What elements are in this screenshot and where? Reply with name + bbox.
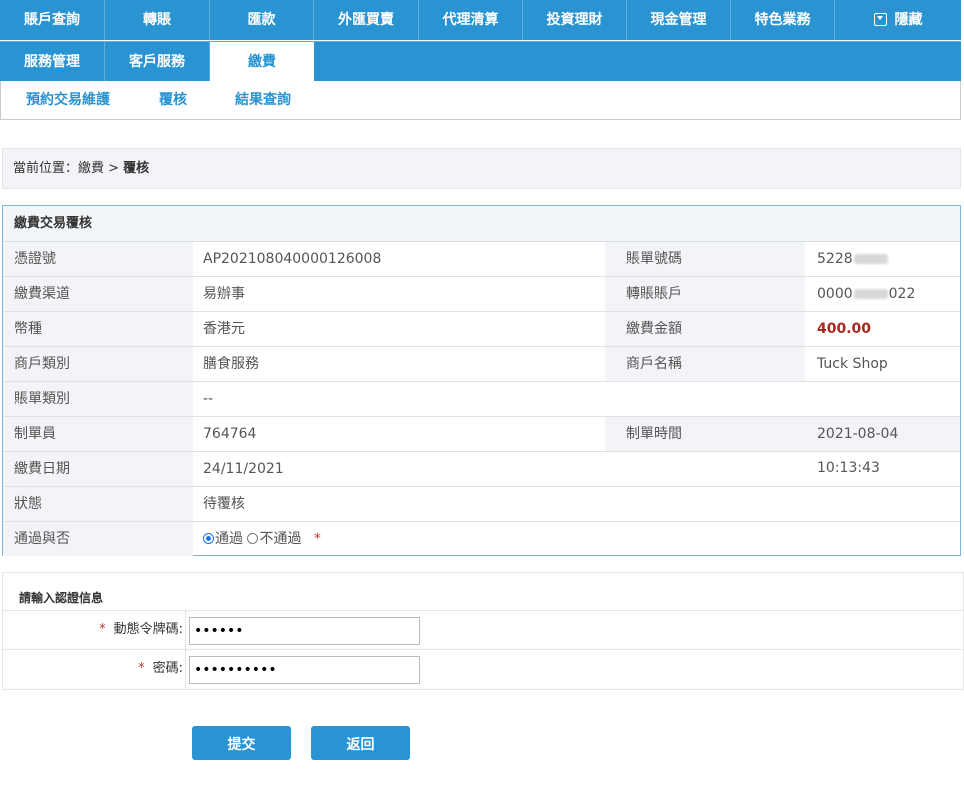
subnav-scheduled-maintenance[interactable]: 預約交易維護 [26,81,110,119]
account-prefix: 0000 [817,286,853,302]
subnav-result-inquiry[interactable]: 結果查詢 [235,81,291,119]
account-value: 0000 022 [805,277,960,311]
bill-no-value: 5228 [805,242,960,276]
nav-cash-management[interactable]: 現金管理 [627,0,731,40]
collapse-icon [873,13,887,26]
channel-label: 繳費渠道 [3,277,193,311]
payment-review-panel: 繳費交易覆核 憑證號 AP202108040000126008 賬單號碼 522… [2,205,961,556]
voucher-label: 憑證號 [3,242,193,276]
required-mark: * [313,531,321,547]
auth-title: 請輸入認證信息 [3,573,963,611]
password-row: * 密碼: [3,650,963,689]
amount-label: 繳費金額 [605,312,805,346]
account-label: 轉賬賬戶 [605,277,805,311]
panel-title: 繳費交易覆核 [3,206,960,242]
bill-type-label: 賬單類別 [3,382,193,416]
channel-value: 易辦事 [203,286,245,302]
detail-row: 制單員 764764 制單時間 2021-08-04 10:13:43 [3,417,960,476]
breadcrumb-current: 覆核 [123,161,150,176]
required-mark: * [99,622,106,637]
nav-hide-toggle[interactable]: 隱藏 [835,0,961,40]
detail-row: 狀態 待覆核 [3,487,960,522]
make-time-label: 制單時間 [605,417,805,451]
redacted-mask [853,289,888,299]
back-button[interactable]: 返回 [311,726,410,760]
approve-yes-radio[interactable] [203,533,214,544]
merchant-name-value: Tuck Shop [817,356,888,372]
detail-row: 幣種 香港元 繳費金額 400.00 [3,312,960,347]
breadcrumb: 當前位置：繳費 > 覆核 [2,148,961,189]
subnav-review[interactable]: 覆核 [159,81,187,119]
main-nav: 賬戶查詢 轉賬 匯款 外匯買賣 代理清算 投資理財 現金管理 特色業務 隱藏 [0,0,961,40]
maker-value: 764764 [203,426,257,442]
token-row: * 動態令牌碼: [3,611,963,650]
password-label-text: 密碼: [152,661,183,676]
token-label: * 動態令牌碼: [3,611,186,649]
detail-row: 繳費渠道 易辦事 轉賬賬戶 0000 022 [3,277,960,312]
breadcrumb-prefix: 當前位置：繳費 > [13,161,124,176]
token-label-text: 動態令牌碼: [113,622,183,637]
account-suffix: 022 [888,286,916,302]
nav-investment[interactable]: 投資理財 [523,0,627,40]
detail-row: 賬單類別 -- [3,382,960,417]
nav-clearing[interactable]: 代理清算 [419,0,523,40]
currency-label: 幣種 [3,312,193,346]
nav-fx[interactable]: 外匯買賣 [314,0,419,40]
merchant-type-label: 商戶類別 [3,347,193,381]
bill-no-label: 賬單號碼 [605,242,805,276]
make-time-value: 2021-08-04 10:13:43 [805,417,960,476]
approve-options: 通過 不通過 * [193,522,605,556]
approve-yes-label[interactable]: 通過 [215,531,243,547]
detail-row: 憑證號 AP202108040000126008 賬單號碼 5228 [3,242,960,277]
detail-row: 繳費日期 24/11/2021 [3,452,960,487]
nav-service-management[interactable]: 服務管理 [0,42,105,82]
bill-type-value: -- [203,391,214,407]
maker-label: 制單員 [3,417,193,451]
nav-hide-label: 隱藏 [894,12,923,28]
currency-value: 香港元 [203,321,245,337]
token-input[interactable] [189,617,420,645]
sub-nav: 預約交易維護 覆核 結果查詢 [0,81,961,120]
voucher-value: AP202108040000126008 [203,251,382,267]
bill-no-text: 5228 [817,251,853,267]
approve-no-radio[interactable] [247,533,259,544]
submit-button[interactable]: 提交 [192,726,291,760]
pay-date-label: 繳費日期 [3,452,193,486]
required-mark: * [138,661,145,676]
approve-label: 通過與否 [3,522,193,556]
password-label: * 密碼: [3,650,186,688]
nav-special-services[interactable]: 特色業務 [731,0,835,40]
nav-account-inquiry[interactable]: 賬戶查詢 [0,0,105,40]
amount-value: 400.00 [817,321,872,337]
auth-section: 請輸入認證信息 * 動態令牌碼: * 密碼: [2,572,964,690]
pay-date-value: 24/11/2021 [203,461,284,477]
status-label: 狀態 [3,487,193,521]
approve-no-label[interactable]: 不通過 [259,531,301,547]
redacted-mask [853,254,888,264]
merchant-name-label: 商戶名稱 [605,347,805,381]
nav-bill-payment[interactable]: 繳費 [210,42,314,82]
nav-transfer[interactable]: 轉賬 [105,0,210,40]
password-input[interactable] [189,656,420,684]
merchant-type-value: 膳食服務 [203,356,259,372]
detail-row: 商戶類別 膳食服務 商戶名稱 Tuck Shop [3,347,960,382]
nav-customer-service[interactable]: 客戶服務 [105,42,210,82]
status-value: 待覆核 [203,496,245,512]
detail-row: 通過與否 通過 不通過 * [3,522,960,557]
nav-remittance[interactable]: 匯款 [210,0,314,40]
main-nav-row2: 服務管理 客戶服務 繳費 [0,41,961,82]
